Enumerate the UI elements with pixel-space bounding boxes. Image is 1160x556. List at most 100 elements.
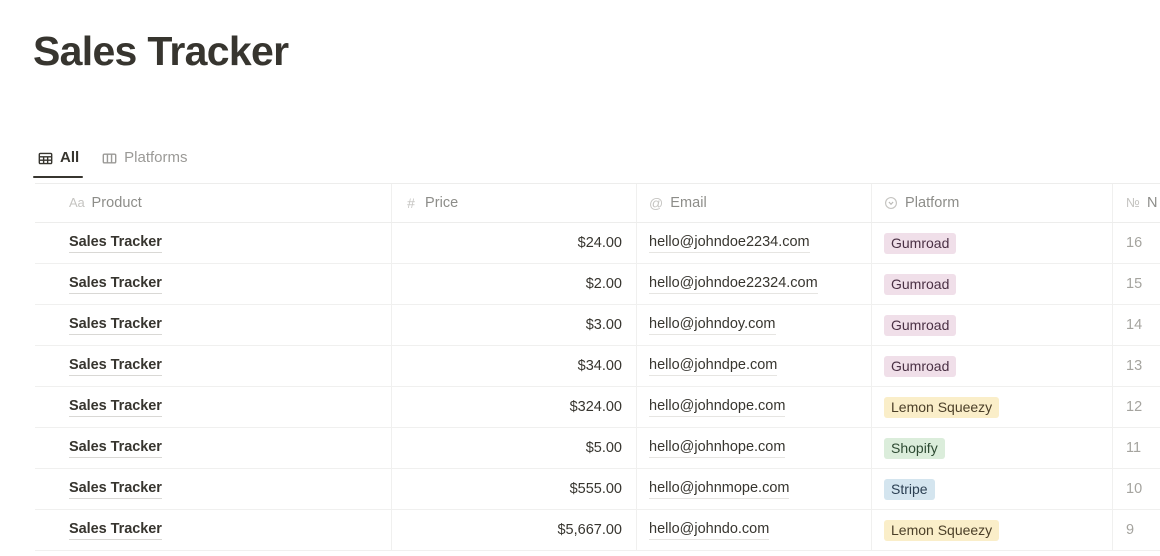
cell-platform[interactable]: Stripe [872, 469, 1113, 509]
table-row[interactable]: Sales Tracker $324.00 hello@johndope.com Le… [35, 387, 1160, 428]
table-row[interactable]: Sales Tracker $5,667.00 hello@johndo.com Le… [35, 510, 1160, 551]
cell-product[interactable]: Sales Tracker [35, 305, 392, 345]
product-link[interactable]: Sales Tracker [69, 479, 162, 499]
email-value[interactable]: hello@johndope.com [649, 397, 786, 417]
email-value[interactable]: hello@johndpe.com [649, 356, 778, 376]
table-row[interactable]: Sales Tracker $555.00 hello@johnmope.com St… [35, 469, 1160, 510]
cell-number[interactable]: 11 [1113, 428, 1160, 468]
cell-product[interactable]: Sales Tracker [35, 346, 392, 386]
price-value: $34.00 [577, 358, 622, 374]
cell-product[interactable]: Sales Tracker [35, 469, 392, 509]
cell-price[interactable]: $3.00 [392, 305, 637, 345]
cell-product[interactable]: Sales Tracker [35, 264, 392, 304]
cell-price[interactable]: $24.00 [392, 223, 637, 263]
cell-number[interactable]: 10 [1113, 469, 1160, 509]
select-type-icon [884, 196, 898, 210]
cell-number[interactable]: 16 [1113, 223, 1160, 263]
cell-price[interactable]: $2.00 [392, 264, 637, 304]
price-value: $24.00 [577, 235, 622, 251]
number-id-type-icon: № [1126, 195, 1140, 210]
cell-number[interactable]: 14 [1113, 305, 1160, 345]
platform-tag[interactable]: Lemon Squeezy [884, 396, 1000, 418]
tab-platforms[interactable]: Platforms [99, 146, 189, 178]
table-row[interactable]: Sales Tracker $5.00 hello@johnhope.com Shop… [35, 428, 1160, 469]
cell-price[interactable]: $5.00 [392, 428, 637, 468]
cell-product[interactable]: Sales Tracker [35, 428, 392, 468]
table-row[interactable]: Sales Tracker $3.00 hello@johndoy.com Gumro… [35, 305, 1160, 346]
cell-email[interactable]: hello@johndope.com [637, 387, 872, 427]
cell-email[interactable]: hello@johndoe2234.com [637, 223, 872, 263]
product-link[interactable]: Sales Tracker [69, 274, 162, 294]
table-body: Sales Tracker $24.00 hello@johndoe2234.com… [35, 223, 1160, 551]
cell-product[interactable]: Sales Tracker [35, 223, 392, 263]
table-row[interactable]: Sales Tracker $24.00 hello@johndoe2234.com… [35, 223, 1160, 264]
email-value[interactable]: hello@johnmope.com [649, 479, 790, 499]
column-header-number[interactable]: № N [1113, 184, 1160, 222]
cell-number[interactable]: 13 [1113, 346, 1160, 386]
cell-email[interactable]: hello@johndoe22324.com [637, 264, 872, 304]
column-header-number-label: N [1147, 195, 1158, 211]
product-link[interactable]: Sales Tracker [69, 397, 162, 417]
cell-email[interactable]: hello@johndpe.com [637, 346, 872, 386]
cell-price[interactable]: $324.00 [392, 387, 637, 427]
email-value[interactable]: hello@johndoe22324.com [649, 274, 818, 294]
tab-all[interactable]: All [32, 146, 84, 178]
cell-product[interactable]: Sales Tracker [35, 510, 392, 550]
cell-product[interactable]: Sales Tracker [35, 387, 392, 427]
cell-platform[interactable]: Lemon Squeezy [872, 387, 1113, 427]
cell-platform[interactable]: Shopify [872, 428, 1113, 468]
column-header-product[interactable]: Aa Product [35, 184, 392, 222]
product-link[interactable]: Sales Tracker [69, 233, 162, 253]
product-link[interactable]: Sales Tracker [69, 315, 162, 335]
view-tabs: All Platforms [32, 142, 190, 178]
table-row[interactable]: Sales Tracker $34.00 hello@johndpe.com Gumr… [35, 346, 1160, 387]
cell-price[interactable]: $5,667.00 [392, 510, 637, 550]
platform-tag[interactable]: Shopify [884, 437, 945, 459]
platform-tag[interactable]: Lemon Squeezy [884, 519, 1000, 541]
cell-email[interactable]: hello@johndoy.com [637, 305, 872, 345]
email-value[interactable]: hello@johndoe2234.com [649, 233, 810, 253]
board-columns-icon [101, 150, 118, 167]
product-link[interactable]: Sales Tracker [69, 356, 162, 376]
table-header-row: Aa Product # Price @ Email Platform № N [35, 184, 1160, 223]
email-value[interactable]: hello@johndo.com [649, 520, 770, 540]
platform-tag[interactable]: Gumroad [884, 314, 957, 336]
cell-platform[interactable]: Gumroad [872, 305, 1113, 345]
column-header-price[interactable]: # Price [392, 184, 637, 222]
cell-email[interactable]: hello@johndo.com [637, 510, 872, 550]
tab-platforms-label: Platforms [124, 149, 188, 166]
email-value[interactable]: hello@johnhope.com [649, 438, 786, 458]
cell-email[interactable]: hello@johnmope.com [637, 469, 872, 509]
cell-platform[interactable]: Gumroad [872, 346, 1113, 386]
platform-tag[interactable]: Gumroad [884, 355, 957, 377]
column-header-email[interactable]: @ Email [637, 184, 872, 222]
tab-all-label: All [60, 149, 80, 166]
email-value[interactable]: hello@johndoy.com [649, 315, 776, 335]
platform-tag[interactable]: Stripe [884, 478, 935, 500]
notion-database-page: Sales Tracker All Platforms Aa Product #… [0, 0, 1160, 556]
cell-number[interactable]: 9 [1113, 510, 1160, 550]
cell-price[interactable]: $34.00 [392, 346, 637, 386]
platform-tag[interactable]: Gumroad [884, 273, 957, 295]
database-table: Aa Product # Price @ Email Platform № N … [35, 183, 1160, 551]
column-header-platform-label: Platform [905, 195, 960, 211]
number-type-icon: # [407, 195, 415, 211]
cell-number[interactable]: 12 [1113, 387, 1160, 427]
platform-tag[interactable]: Gumroad [884, 232, 957, 254]
product-link[interactable]: Sales Tracker [69, 520, 162, 540]
cell-platform[interactable]: Gumroad [872, 264, 1113, 304]
cell-number[interactable]: 15 [1113, 264, 1160, 304]
cell-platform[interactable]: Lemon Squeezy [872, 510, 1113, 550]
table-row[interactable]: Sales Tracker $2.00 hello@johndoe22324.com… [35, 264, 1160, 305]
price-value: $3.00 [585, 317, 622, 333]
number-value: 16 [1126, 235, 1143, 251]
number-value: 14 [1126, 317, 1143, 333]
column-header-platform[interactable]: Platform [872, 184, 1113, 222]
price-value: $555.00 [569, 481, 622, 497]
page-title: Sales Tracker [33, 28, 289, 74]
product-link[interactable]: Sales Tracker [69, 438, 162, 458]
cell-platform[interactable]: Gumroad [872, 223, 1113, 263]
cell-price[interactable]: $555.00 [392, 469, 637, 509]
cell-email[interactable]: hello@johnhope.com [637, 428, 872, 468]
number-value: 10 [1126, 481, 1143, 497]
